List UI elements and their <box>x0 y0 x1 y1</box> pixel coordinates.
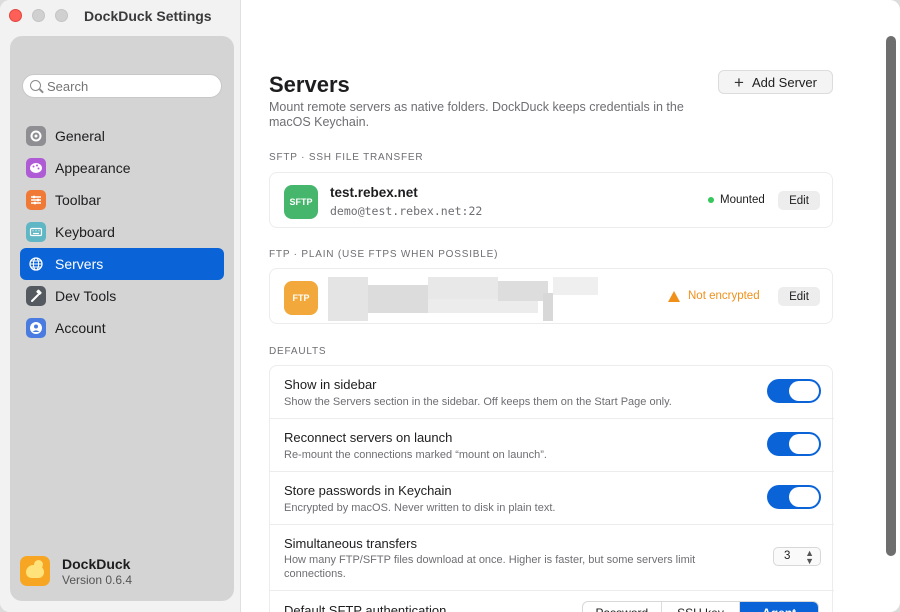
chevron-up-down-icon: ▲ ▼ <box>805 548 814 566</box>
sidebar: General Appearance Toolbar <box>10 36 234 601</box>
sidebar-item-label: Toolbar <box>55 192 101 208</box>
warning-icon <box>668 290 680 302</box>
sidebar-item-keyboard[interactable]: Keyboard <box>20 216 224 248</box>
sidebar-item-label: Appearance <box>55 160 131 176</box>
setting-row-simultaneous-transfers: Simultaneous transfers How many FTP/SFTP… <box>270 525 834 591</box>
hammer-icon <box>26 286 46 306</box>
sftp-badge-icon: SFTP <box>284 185 318 219</box>
zoom-window-button[interactable] <box>55 9 68 22</box>
sidebar-item-appearance[interactable]: Appearance <box>20 152 224 184</box>
sidebar-item-label: General <box>55 128 105 144</box>
status-text: Not encrypted <box>688 290 760 302</box>
person-icon <box>26 318 46 338</box>
minimize-window-button[interactable] <box>32 9 45 22</box>
main-content: Servers Mount remote servers as native f… <box>241 0 900 612</box>
add-server-button[interactable]: + Add Server <box>718 70 833 94</box>
section-label-ftp: FTP · PLAIN (USE FTPS WHEN POSSIBLE) <box>269 249 499 260</box>
segment-ssh-key[interactable]: SSH key <box>662 602 741 612</box>
brand-name: DockDuck <box>62 556 131 572</box>
palette-icon <box>26 158 46 178</box>
setting-title: Reconnect servers on launch <box>284 430 453 445</box>
sidebar-item-general[interactable]: General <box>20 120 224 152</box>
sidebar-item-label: Servers <box>55 256 104 272</box>
search-icon <box>30 80 41 91</box>
page-title: Servers <box>269 72 350 97</box>
edit-button[interactable]: Edit <box>778 191 820 210</box>
server-card-sftp[interactable]: SFTP test.rebex.net demo@test.rebex.net:… <box>269 172 833 228</box>
search-field[interactable] <box>22 74 222 98</box>
status-badge: Mounted <box>708 194 765 206</box>
sidebar-item-label: Account <box>55 320 106 336</box>
setting-title: Simultaneous transfers <box>284 536 417 551</box>
add-server-label: Add Server <box>751 74 817 90</box>
plus-icon: + <box>734 72 744 92</box>
status-badge: Not encrypted <box>668 290 760 302</box>
section-label-defaults: DEFAULTS <box>269 346 327 357</box>
reconnect-on-launch-toggle[interactable] <box>767 432 821 456</box>
setting-description: Show the Servers section in the sidebar.… <box>284 396 672 408</box>
scrollbar[interactable] <box>886 36 896 556</box>
status-text: Mounted <box>720 194 765 206</box>
sidebar-item-dev-tools[interactable]: Dev Tools <box>20 280 224 312</box>
keyboard-icon <box>26 222 46 242</box>
store-in-keychain-toggle[interactable] <box>767 485 821 509</box>
defaults-card: Show in sidebar Show the Servers section… <box>269 365 834 612</box>
redacted-server-info <box>328 277 598 321</box>
sidebar-item-label: Dev Tools <box>55 288 117 304</box>
sidebar-item-label: Keyboard <box>55 224 115 240</box>
ftp-badge-icon: FTP <box>284 281 318 315</box>
search-input[interactable] <box>47 79 217 94</box>
setting-row-show-in-sidebar: Show in sidebar Show the Servers section… <box>270 366 834 419</box>
window-title: DockDuck Settings <box>84 8 212 24</box>
setting-description: Encrypted by macOS. Never written to dis… <box>284 502 556 514</box>
page-description: Mount remote servers as native folders. … <box>269 100 684 129</box>
setting-description: How many FTP/SFTP files download at once… <box>284 554 696 580</box>
setting-title: Store passwords in Keychain <box>284 483 452 498</box>
status-dot-icon <box>708 197 714 203</box>
server-address: demo@test.rebex.net:22 <box>330 204 483 218</box>
server-name: test.rebex.net <box>330 185 418 200</box>
sidebar-nav: General Appearance Toolbar Keyboard Serv… <box>20 120 224 344</box>
segment-password[interactable]: Password <box>583 602 662 612</box>
sidebar-item-account[interactable]: Account <box>20 312 224 344</box>
settings-window: DockDuck Settings General Appearance <box>0 0 900 612</box>
stepper-value: 3 <box>784 550 791 562</box>
setting-title: Show in sidebar <box>284 377 377 392</box>
sidebar-item-toolbar[interactable]: Toolbar <box>20 184 224 216</box>
duck-logo-icon <box>20 556 50 586</box>
globe-icon <box>26 254 46 274</box>
setting-row-keychain: Store passwords in Keychain Encrypted by… <box>270 472 834 525</box>
sidebar-column: DockDuck Settings General Appearance <box>0 0 241 612</box>
show-in-sidebar-toggle[interactable] <box>767 379 821 403</box>
setting-title: Default SFTP authentication <box>284 603 447 612</box>
app-brand: DockDuck Version 0.6.4 <box>20 556 220 592</box>
sidebar-item-servers[interactable]: Servers <box>20 248 224 280</box>
edit-button[interactable]: Edit <box>778 287 820 306</box>
close-window-button[interactable] <box>9 9 22 22</box>
segment-agent[interactable]: Agent <box>740 602 818 612</box>
section-label-sftp: SFTP · SSH FILE TRANSFER <box>269 152 424 163</box>
transfers-stepper[interactable]: 3 ▲ ▼ <box>773 547 821 566</box>
gear-icon <box>26 126 46 146</box>
brand-version: Version 0.6.4 <box>62 573 133 587</box>
sftp-auth-segmented-control: Password SSH key Agent <box>582 601 819 612</box>
setting-description: Re-mount the connections marked “mount o… <box>284 449 547 461</box>
sliders-icon <box>26 190 46 210</box>
server-card-ftp[interactable]: FTP Not encrypted Edit <box>269 268 833 324</box>
setting-row-reconnect: Reconnect servers on launch Re-mount the… <box>270 419 834 472</box>
